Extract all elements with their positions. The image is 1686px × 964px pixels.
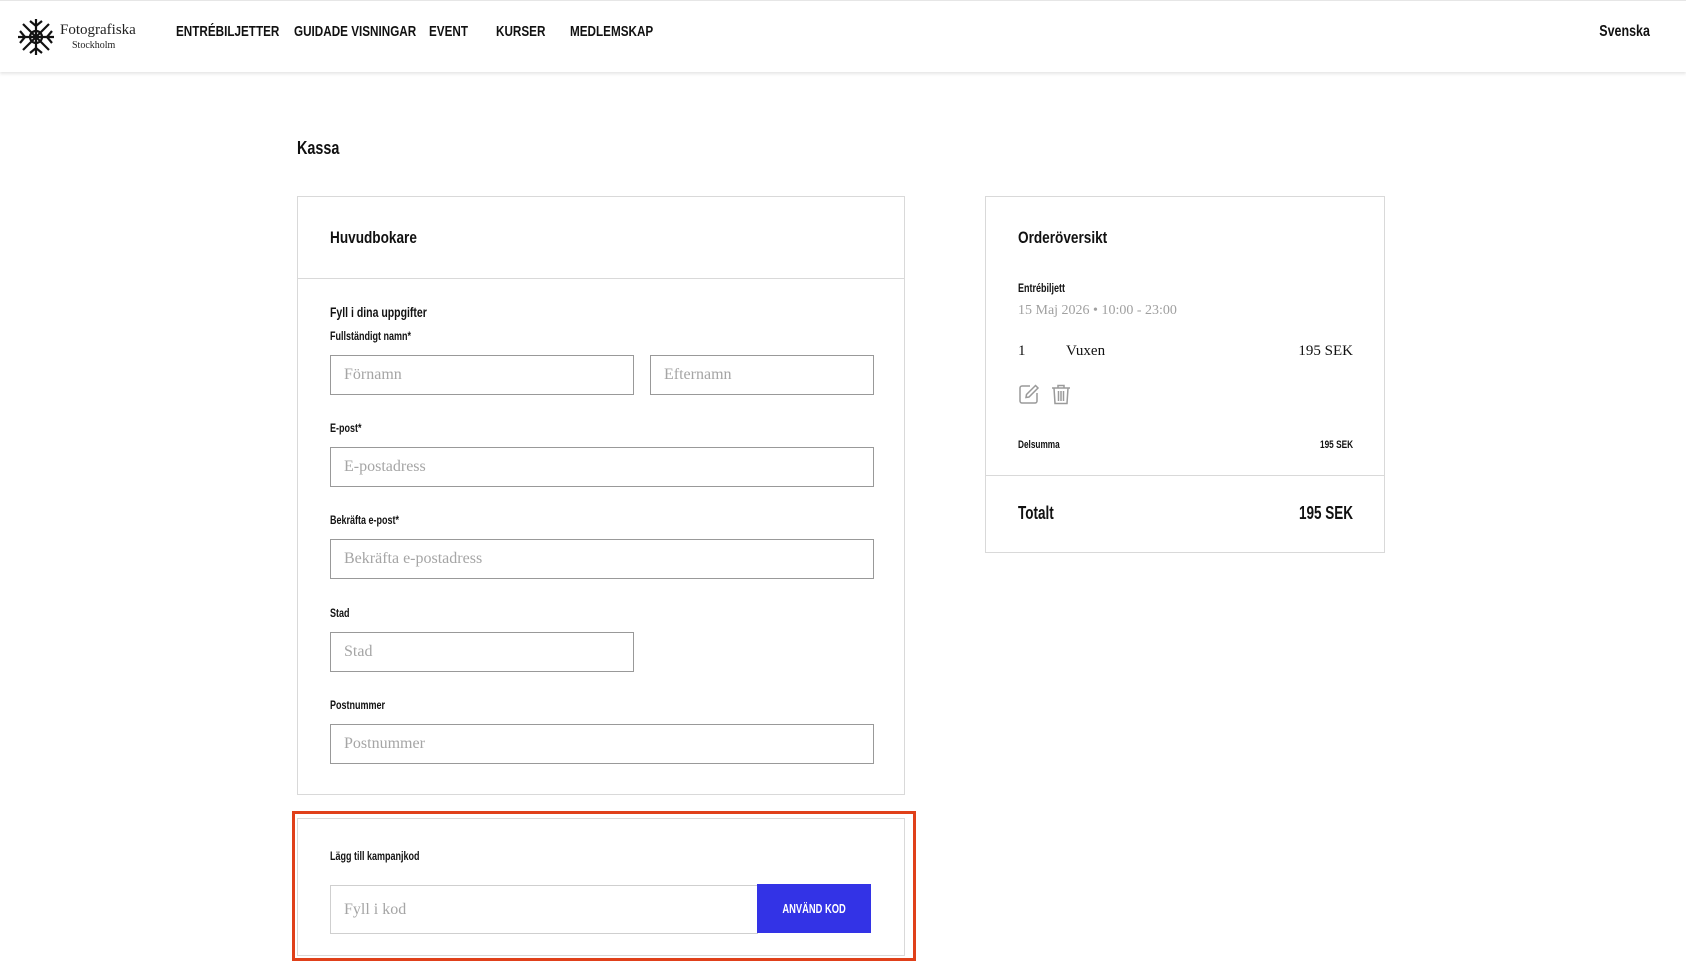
firstname-input[interactable] [330, 355, 634, 395]
postal-input[interactable] [330, 724, 874, 764]
total-label: Totalt [1018, 503, 1054, 523]
logo-city: Stockholm [72, 40, 116, 51]
booker-card-header: Huvudbokare [298, 197, 904, 279]
apply-code-label: ANVÄND KOD [782, 901, 846, 916]
booker-card: Huvudbokare Fyll i dina uppgifter Fullst… [297, 196, 905, 795]
promo-label: Lägg till kampanjkod [330, 849, 420, 863]
site-logo[interactable]: Fotografiska Stockholm [16, 15, 136, 59]
ticket-quantity: 1 [1018, 343, 1026, 359]
confirm-email-input[interactable] [330, 539, 874, 579]
postal-label: Postnummer [330, 698, 386, 712]
nav-kurser[interactable]: KURSER [496, 23, 545, 40]
promo-code-input[interactable] [330, 885, 758, 934]
site-header: Fotografiska Stockholm ENTRÉBILJETTER GU… [0, 0, 1686, 72]
ticket-price: 195 SEK [1298, 343, 1353, 359]
email-input[interactable] [330, 447, 874, 487]
ticket-title: Entrébiljett [1018, 281, 1066, 295]
nav-entrebiljetter[interactable]: ENTRÉBILJETTER [176, 23, 279, 40]
edit-icon[interactable] [1018, 383, 1040, 405]
subtotal-value: 195 SEK [1319, 439, 1353, 451]
language-selector[interactable]: Svenska [1599, 23, 1650, 41]
confirm-email-label: Bekräfta e-post* [330, 513, 400, 527]
city-label: Stad [330, 606, 350, 620]
booker-intro: Fyll i dina uppgifter [330, 304, 427, 320]
lastname-input[interactable] [650, 355, 874, 395]
order-heading: Orderöversikt [1018, 228, 1108, 247]
subtotal-label: Delsumma [1018, 439, 1060, 451]
order-divider [986, 475, 1384, 476]
email-label: E-post* [330, 421, 362, 435]
ticket-type: Vuxen [1066, 343, 1106, 359]
apply-code-button[interactable]: ANVÄND KOD [757, 884, 871, 933]
logo-text: Fotografiska Stockholm [60, 23, 136, 51]
total-value: 195 SEK [1298, 503, 1353, 523]
page-title: Kassa [297, 138, 340, 158]
fullname-label: Fullständigt namn* [330, 329, 411, 343]
nav-guidade-visningar[interactable]: GUIDADE VISNINGAR [294, 23, 416, 40]
booker-heading: Huvudbokare [330, 228, 417, 247]
city-input[interactable] [330, 632, 634, 672]
order-summary-card: Orderöversikt Entrébiljett 15 Maj 2026 •… [985, 196, 1385, 553]
logo-name: Fotografiska [60, 22, 136, 38]
nav-event[interactable]: EVENT [429, 23, 468, 40]
fotografiska-logo-icon [18, 19, 54, 55]
trash-icon[interactable] [1050, 383, 1072, 405]
nav-medlemskap[interactable]: MEDLEMSKAP [570, 23, 653, 40]
ticket-date: 15 Maj 2026 • 10:00 - 23:00 [1018, 303, 1177, 318]
